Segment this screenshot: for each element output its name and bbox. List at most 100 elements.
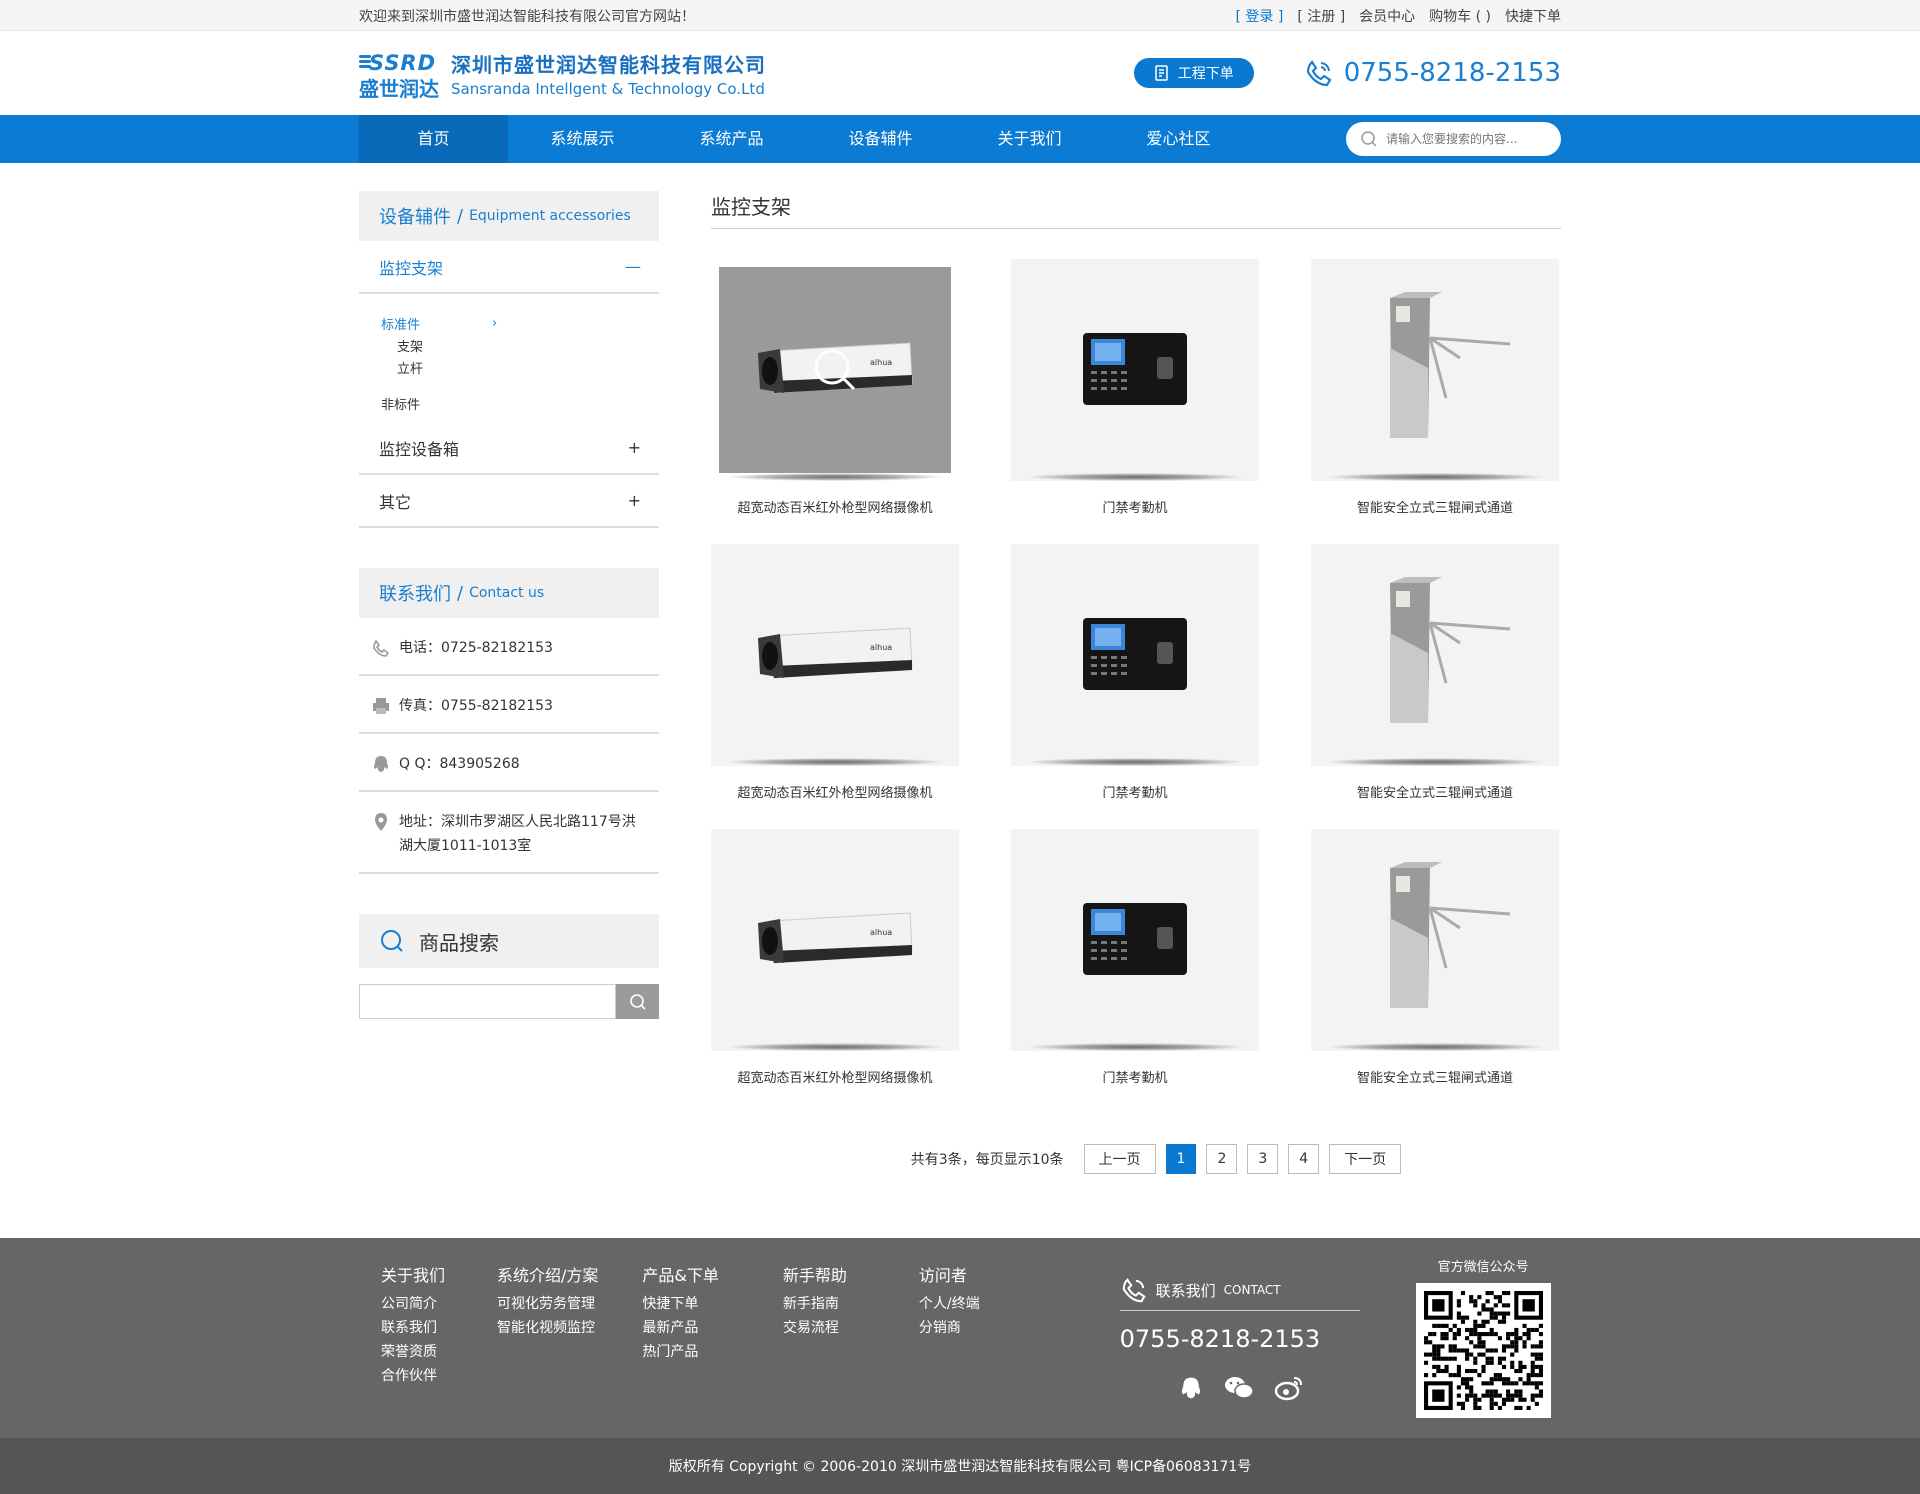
search-icon[interactable]	[1360, 130, 1378, 148]
quick-order-link[interactable]: 快捷下单	[1505, 6, 1561, 26]
footer-link[interactable]: 合作伙伴	[381, 1364, 445, 1388]
product-search-input[interactable]	[359, 984, 617, 1019]
phone-icon	[373, 639, 390, 657]
subcategory-nonstandard[interactable]: 非标件	[381, 392, 659, 414]
footer-contact: 联系我们 CONTACT 0755-8218-2153	[1119, 1276, 1360, 1438]
page-button-4[interactable]: 4	[1288, 1144, 1320, 1174]
product-card[interactable]: alhua 超宽动态百米红外枪型网络摄像机	[711, 259, 959, 544]
subcategory-list: 标准件 › 支架 立杆 非标件	[359, 294, 659, 422]
product-image[interactable]: alhua	[711, 544, 959, 766]
product-name[interactable]: 智能安全立式三辊闸式通道	[1311, 1067, 1559, 1086]
footer: 关于我们 公司简介 联系我们 荣誉资质 合作伙伴 系统介绍/方案 可视化劳务管理…	[0, 1238, 1920, 1438]
logo-mark: SSRD 盛世润达	[359, 51, 439, 101]
product-image[interactable]	[1011, 829, 1259, 1051]
nav-search-input[interactable]	[1386, 132, 1546, 146]
login-link[interactable]: [ 登录 ]	[1236, 6, 1284, 26]
footer-link[interactable]: 交易流程	[783, 1316, 847, 1340]
company-name-cn: 深圳市盛世润达智能科技有限公司	[451, 52, 766, 77]
product-name[interactable]: 门禁考勤机	[1011, 1067, 1259, 1086]
weibo-icon[interactable]	[1274, 1375, 1304, 1401]
member-center-link[interactable]: 会员中心	[1359, 6, 1415, 26]
product-name[interactable]: 超宽动态百米红外枪型网络摄像机	[711, 1067, 959, 1086]
zoom-icon[interactable]	[810, 345, 860, 395]
footer-link[interactable]: 可视化劳务管理	[497, 1292, 598, 1316]
product-name[interactable]: 超宽动态百米红外枪型网络摄像机	[711, 497, 959, 516]
wechat-qr-block: 官方微信公众号	[1415, 1256, 1551, 1438]
product-image[interactable]	[1311, 544, 1559, 766]
nav-item-system-products[interactable]: 系统产品	[657, 115, 806, 163]
category-equipment-box[interactable]: 监控设备箱 +	[359, 422, 659, 475]
expand-icon[interactable]: +	[628, 438, 641, 457]
footer-col-about: 关于我们 公司简介 联系我们 荣誉资质 合作伙伴	[381, 1264, 445, 1438]
nav-item-system-display[interactable]: 系统展示	[508, 115, 657, 163]
footer-link[interactable]: 个人/终端	[919, 1292, 980, 1316]
nav-item-accessories[interactable]: 设备辅件	[806, 115, 955, 163]
page-title: 监控支架	[711, 191, 1561, 229]
sidebar: 设备辅件 / Equipment accessories 监控支架 — 标准件 ›…	[359, 191, 659, 1174]
camera-product-image: alhua	[758, 912, 913, 964]
product-search-button[interactable]	[616, 984, 659, 1019]
product-card[interactable]: 门禁考勤机	[1011, 259, 1259, 544]
product-card[interactable]: alhua 超宽动态百米红外枪型网络摄像机	[711, 829, 959, 1114]
product-name[interactable]: 智能安全立式三辊闸式通道	[1311, 782, 1559, 801]
category-other[interactable]: 其它 +	[359, 475, 659, 528]
product-card[interactable]: 门禁考勤机	[1011, 829, 1259, 1114]
nav-item-home[interactable]: 首页	[359, 115, 508, 163]
product-card[interactable]: 智能安全立式三辊闸式通道	[1311, 829, 1559, 1114]
product-image[interactable]: alhua	[711, 829, 959, 1051]
nav-item-about[interactable]: 关于我们	[955, 115, 1104, 163]
svg-text:alhua: alhua	[870, 928, 892, 937]
collapse-icon[interactable]: —	[625, 257, 641, 276]
product-name[interactable]: 门禁考勤机	[1011, 497, 1259, 516]
search-icon	[629, 993, 646, 1010]
footer-link[interactable]: 新手指南	[783, 1292, 847, 1316]
footer-link[interactable]: 热门产品	[642, 1340, 718, 1364]
product-card[interactable]: 智能安全立式三辊闸式通道	[1311, 544, 1559, 829]
pagination: 共有3条，每页显示10条 上一页 1 2 3 4 下一页	[711, 1144, 1561, 1174]
copyright: 版权所有 Copyright © 2006-2010 深圳市盛世润达智能科技有限…	[0, 1438, 1920, 1494]
prev-page-button[interactable]: 上一页	[1083, 1144, 1156, 1174]
product-name[interactable]: 超宽动态百米红外枪型网络摄像机	[711, 782, 959, 801]
project-order-button[interactable]: 工程下单	[1133, 58, 1254, 88]
logo[interactable]: SSRD 盛世润达 深圳市盛世润达智能科技有限公司 Sansranda Inte…	[359, 49, 766, 101]
page-button-3[interactable]: 3	[1247, 1144, 1279, 1174]
phone-icon	[1306, 60, 1332, 87]
fax-icon	[373, 698, 389, 714]
product-image[interactable]	[1311, 259, 1559, 481]
subcategory-pole[interactable]: 立杆	[381, 356, 659, 378]
product-name[interactable]: 门禁考勤机	[1011, 782, 1259, 801]
product-card[interactable]: 智能安全立式三辊闸式通道	[1311, 259, 1559, 544]
product-image[interactable]	[1311, 829, 1559, 1051]
footer-link[interactable]: 智能化视频监控	[497, 1316, 598, 1340]
product-name[interactable]: 智能安全立式三辊闸式通道	[1311, 497, 1559, 516]
next-page-button[interactable]: 下一页	[1329, 1144, 1402, 1174]
product-card[interactable]: alhua 超宽动态百米红外枪型网络摄像机	[711, 544, 959, 829]
phone-icon	[1122, 1278, 1146, 1303]
register-link[interactable]: [ 注册 ]	[1297, 6, 1345, 26]
subcategory-standard[interactable]: 标准件 ›	[381, 312, 659, 334]
footer-link[interactable]: 最新产品	[642, 1316, 718, 1340]
page-button-2[interactable]: 2	[1206, 1144, 1238, 1174]
product-image[interactable]	[1011, 544, 1259, 766]
footer-link[interactable]: 荣誉资质	[381, 1340, 445, 1364]
expand-icon[interactable]: +	[628, 491, 641, 510]
footer-link[interactable]: 分销商	[919, 1316, 980, 1340]
cart-link[interactable]: 购物车 ( )	[1429, 6, 1491, 26]
qq-icon[interactable]	[1178, 1375, 1204, 1401]
product-image[interactable]	[1011, 259, 1259, 481]
page-button-1[interactable]: 1	[1165, 1144, 1197, 1174]
footer-link[interactable]: 联系我们	[381, 1316, 445, 1340]
footer-col-solutions: 系统介绍/方案 可视化劳务管理 智能化视频监控	[497, 1264, 598, 1438]
category-monitor-bracket[interactable]: 监控支架 —	[359, 241, 659, 294]
product-card[interactable]: 门禁考勤机	[1011, 544, 1259, 829]
product-search-header: 商品搜索	[359, 914, 659, 968]
subcategory-bracket[interactable]: 支架	[381, 334, 659, 356]
contact-tel: 电话：0725-82182153	[359, 618, 659, 676]
turnstile-image	[1390, 292, 1511, 438]
product-image[interactable]: alhua	[711, 259, 959, 481]
footer-link[interactable]: 快捷下单	[642, 1292, 718, 1316]
footer-phone: 0755-8218-2153	[1119, 1325, 1321, 1353]
footer-link[interactable]: 公司简介	[381, 1292, 445, 1316]
nav-item-community[interactable]: 爱心社区	[1104, 115, 1253, 163]
wechat-icon[interactable]	[1224, 1375, 1254, 1401]
